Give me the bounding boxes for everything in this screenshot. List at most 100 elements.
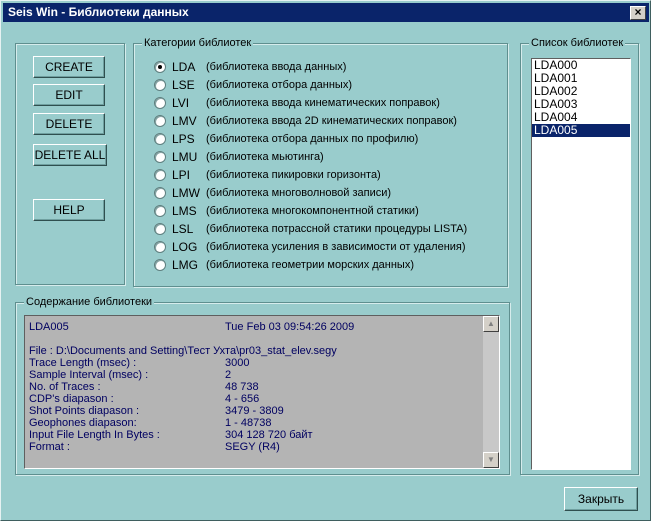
content-file: File : D:\Documents and Setting\Тест Ухт…: [29, 345, 337, 357]
category-radio-lvi[interactable]: LVI (библиотека ввода кинематических попр…: [154, 95, 440, 111]
category-radio-lps[interactable]: LPS (библиотека отбора данных по профилю): [154, 131, 418, 147]
radio-button-icon[interactable]: [154, 241, 166, 253]
create-button[interactable]: CREATE: [33, 56, 105, 78]
scroll-up-button[interactable]: ▲: [483, 316, 499, 332]
radio-button-icon[interactable]: [154, 169, 166, 181]
content-row: Format : SEGY (R4): [29, 441, 469, 453]
radio-button-icon[interactable]: [154, 205, 166, 217]
content-row: Trace Length (msec) : 3000: [29, 357, 469, 369]
category-description: (библиотека ввода кинематических поправо…: [206, 97, 440, 109]
category-code: LMG: [172, 258, 199, 272]
close-button[interactable]: Закрыть: [564, 487, 638, 511]
content-row-value: 48 738: [225, 381, 259, 393]
category-description: (библиотека отбора данных): [206, 79, 352, 91]
category-description: (библиотека многокомпонентной статики): [206, 205, 419, 217]
category-radio-lpi[interactable]: LPI (библиотека пикировки горизонта): [154, 167, 381, 183]
radio-button-icon[interactable]: [154, 187, 166, 199]
content-row-key: Format :: [29, 441, 70, 453]
library-list-item[interactable]: LDA005: [532, 124, 630, 137]
radio-button-icon[interactable]: [154, 133, 166, 145]
category-radio-lmw[interactable]: LMW (библиотека многоволновой записи): [154, 185, 391, 201]
category-code: LVI: [172, 96, 190, 110]
radio-button-icon[interactable]: [154, 97, 166, 109]
close-icon: ×: [634, 5, 642, 19]
scroll-down-button[interactable]: ▼: [483, 452, 499, 468]
categories-group: Категории библиотек LDA (библиотека ввода…: [133, 36, 508, 287]
content-row-key: Trace Length (msec) :: [29, 357, 137, 369]
category-radio-log[interactable]: LOG (библиотека усиления в зависимости от…: [154, 239, 466, 255]
content-row-key: Geophones diapason:: [29, 417, 137, 429]
actions-group: CREATE EDIT DELETE DELETE ALL HELP: [15, 43, 125, 285]
library-listbox[interactable]: LDA000 LDA001 LDA002 LDA003 LDA004 LDA005: [531, 58, 631, 470]
content-row-value: 4 - 656: [225, 393, 260, 405]
delete-button[interactable]: DELETE: [33, 113, 105, 135]
help-button[interactable]: HELP: [33, 199, 105, 221]
category-description: (библиотека усиления в зависимости от уд…: [206, 241, 466, 253]
chevron-up-icon: ▲: [487, 319, 495, 328]
close-window-button[interactable]: ×: [630, 6, 646, 20]
radio-button-icon[interactable]: [154, 115, 166, 127]
content-date: Tue Feb 03 09:54:26 2009: [225, 321, 355, 333]
content-row-value: 3000: [225, 357, 250, 369]
library-list-group: Список библиотек LDA000 LDA001 LDA002 LDA00…: [520, 36, 639, 475]
category-code: LMV: [172, 114, 197, 128]
category-code: LMU: [172, 150, 198, 164]
content-textarea[interactable]: LDA005 Tue Feb 03 09:54:26 2009 File : D…: [24, 315, 500, 469]
category-description: (библиотека ввода данных): [206, 61, 347, 73]
content-library-name: LDA005: [29, 321, 69, 333]
category-code: LMS: [172, 204, 197, 218]
category-code: LSE: [172, 78, 195, 92]
content-row-value: SEGY (R4): [225, 441, 280, 453]
content-row: CDP's diapason : 4 - 656: [29, 393, 469, 405]
category-code: LPI: [172, 168, 191, 182]
content-row-key: No. of Traces :: [29, 381, 101, 393]
library-window: Seis Win - Библиотеки данных × CREATE ED…: [0, 0, 651, 521]
content-row-value: 2: [225, 369, 232, 381]
content-row: No. of Traces : 48 738: [29, 381, 469, 393]
content-scrollbar[interactable]: ▲ ▼: [483, 316, 499, 468]
category-radio-lse[interactable]: LSE (библиотека отбора данных): [154, 77, 352, 93]
delete-all-button[interactable]: DELETE ALL: [33, 144, 107, 166]
categories-title: Категории библиотек: [142, 36, 254, 50]
content-row-key: Sample Interval (msec) :: [29, 369, 149, 381]
category-description: (библиотека ввода 2D кинематических попр…: [206, 115, 457, 127]
content-row-key: Shot Points diapason :: [29, 405, 140, 417]
radio-button-icon[interactable]: [154, 223, 166, 235]
radio-button-icon[interactable]: [154, 259, 166, 271]
content-row: Geophones diapason: 1 - 48738: [29, 417, 469, 429]
content-title: Содержание библиотеки: [24, 295, 155, 309]
category-description: (библиотека потрассной статики процедуры…: [206, 223, 468, 235]
library-list-title: Список библиотек: [529, 36, 626, 50]
category-radio-lda[interactable]: LDA (библиотека ввода данных): [154, 59, 346, 75]
content-row: Input File Length In Bytes : 304 128 720 …: [29, 429, 469, 441]
category-code: LMW: [172, 186, 200, 200]
category-code: LPS: [172, 132, 195, 146]
content-row: Sample Interval (msec) : 2: [29, 369, 469, 381]
category-radio-lsl[interactable]: LSL (библиотека потрассной статики процед…: [154, 221, 467, 237]
category-radio-lmg[interactable]: LMG (библиотека геометрии морских данных): [154, 257, 414, 273]
category-code: LSL: [172, 222, 194, 236]
title-bar: Seis Win - Библиотеки данных ×: [3, 3, 649, 22]
radio-button-icon[interactable]: [154, 79, 166, 91]
category-code: LDA: [172, 60, 196, 74]
edit-button[interactable]: EDIT: [33, 84, 105, 106]
radio-button-icon[interactable]: [154, 151, 166, 163]
category-radio-lmv[interactable]: LMV (библиотека ввода 2D кинематических п…: [154, 113, 457, 129]
category-description: (библиотека геометрии морских данных): [206, 259, 415, 271]
content-row-value: 3479 - 3809: [225, 405, 284, 417]
category-description: (библиотека отбора данных по профилю): [206, 133, 419, 145]
content-header-line: LDA005 Tue Feb 03 09:54:26 2009: [29, 321, 469, 333]
radio-button-icon[interactable]: [154, 61, 166, 73]
category-radio-lms[interactable]: LMS (библиотека многокомпонентной статики…: [154, 203, 419, 219]
content-row-key: CDP's diapason :: [29, 393, 114, 405]
content-group: Содержание библиотеки LDA005 Tue Feb 03 …: [15, 295, 510, 475]
content-row-key: Input File Length In Bytes :: [29, 429, 160, 441]
content-row: Shot Points diapason : 3479 - 3809: [29, 405, 469, 417]
category-code: LOG: [172, 240, 198, 254]
category-description: (библиотека многоволновой записи): [206, 187, 392, 199]
content-row-value: 1 - 48738: [225, 417, 272, 429]
category-radio-lmu[interactable]: LMU (библиотека мьютинга): [154, 149, 324, 165]
content-row-value: 304 128 720 байт: [225, 429, 313, 441]
category-description: (библиотека мьютинга): [206, 151, 324, 163]
window-title: Seis Win - Библиотеки данных: [8, 5, 189, 19]
